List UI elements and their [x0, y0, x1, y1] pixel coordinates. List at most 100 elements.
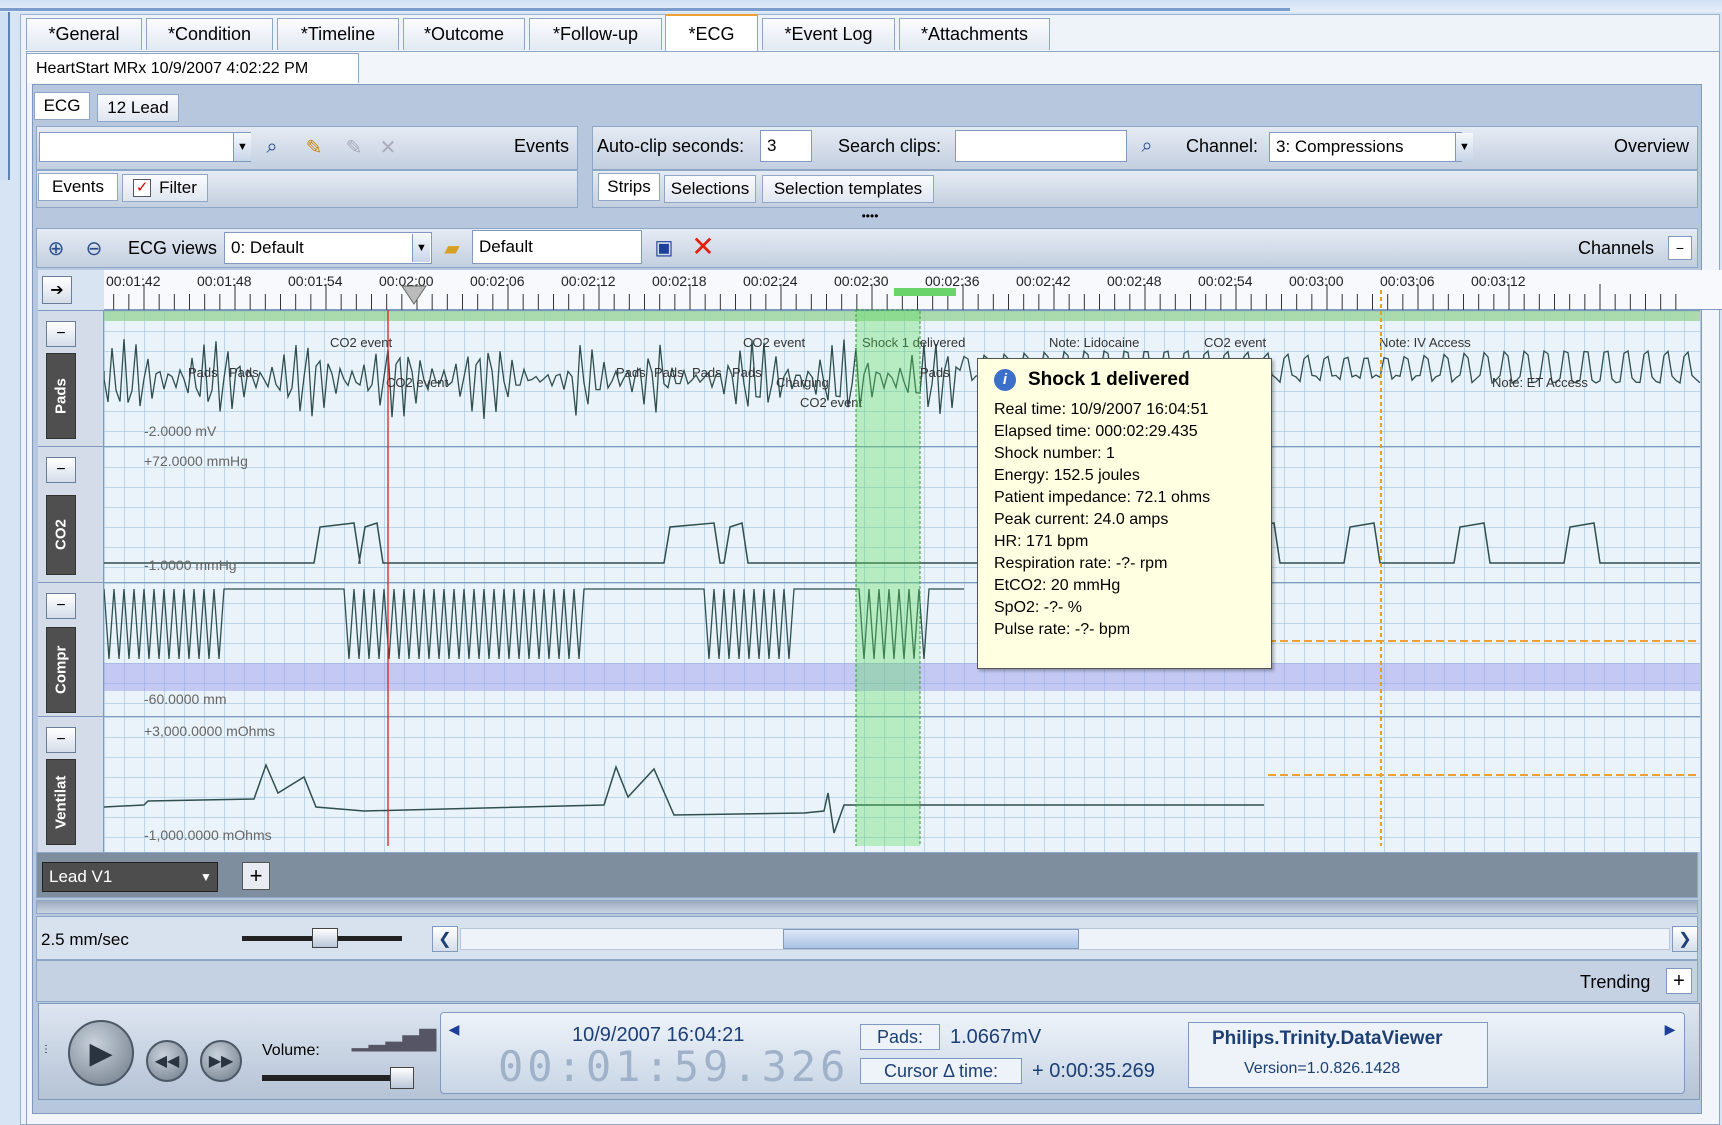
scroll-left-icon[interactable]: ❮ — [432, 926, 458, 952]
event-label: Pads — [654, 365, 684, 380]
tab-ecg-view[interactable]: ECG — [34, 92, 90, 120]
trending-label: Trending — [1580, 972, 1651, 992]
event-label: Pads — [188, 365, 218, 380]
volume-slider[interactable] — [262, 1067, 418, 1089]
play-button[interactable]: ▶ — [68, 1020, 134, 1086]
speed-slider[interactable] — [242, 928, 402, 948]
tab-selection-templates[interactable]: Selection templates — [762, 175, 934, 203]
chevron-down-icon[interactable]: ▼ — [1455, 133, 1473, 161]
auto-clip-label: Auto-clip seconds: — [597, 136, 745, 156]
time-tick-label: 00:02:36 — [925, 273, 980, 289]
previous-icon[interactable]: ◀ — [446, 1020, 462, 1038]
auto-clip-input[interactable]: 3 — [760, 130, 812, 162]
channel-ventilations: − Ventilat +3,000.0000 mOhms -1,000.0000… — [38, 716, 1700, 852]
event-label: Charging — [776, 375, 829, 390]
save-icon[interactable]: ▣ — [650, 233, 678, 261]
tab-event-log[interactable]: *Event Log — [762, 18, 895, 50]
channel-label-pads: Pads — [46, 353, 76, 439]
zoom-in-icon[interactable]: ⊕ — [42, 234, 70, 262]
scroll-right-icon[interactable]: ❯ — [1672, 926, 1698, 952]
event-label: Note: IV Access — [1379, 335, 1471, 350]
selection-marker — [894, 288, 956, 296]
pads-plot[interactable]: CO2 event CO2 event Shock 1 delivered Note:… — [103, 311, 1701, 446]
event-label: Note: Lidocaine — [1049, 335, 1139, 350]
tab-events[interactable]: Events — [38, 173, 118, 201]
collapse-icon[interactable]: − — [1668, 236, 1692, 260]
view-name-input[interactable]: Default — [472, 230, 642, 264]
search-icon[interactable]: ⌕ — [1133, 132, 1161, 160]
lead-bar — [36, 852, 1698, 898]
tooltip-line: Pulse rate: -?- bpm — [994, 621, 1131, 638]
tab-attachments[interactable]: *Attachments — [899, 18, 1050, 50]
edit-icon[interactable]: ✎ — [300, 133, 328, 161]
event-label: Note: ET Access — [1492, 375, 1588, 390]
compressions-plot[interactable] — [104, 583, 1700, 716]
collapse-button[interactable]: − — [46, 727, 76, 753]
tab-selections[interactable]: Selections — [664, 175, 756, 203]
search-clips-label: Search clips: — [838, 136, 942, 156]
chevron-down-icon[interactable]: ▼ — [196, 862, 216, 892]
tab-filter[interactable]: ✓ Filter — [122, 174, 208, 202]
tab-outcome[interactable]: *Outcome — [403, 18, 525, 50]
time-tick-label: 00:01:54 — [288, 273, 343, 289]
ventilations-plot[interactable] — [103, 717, 1700, 852]
search-icon[interactable]: ⌕ — [258, 133, 286, 161]
tab-timeline[interactable]: *Timeline — [277, 18, 399, 50]
next-icon[interactable]: ▶ — [1662, 1020, 1678, 1038]
window-left-edge — [0, 12, 10, 180]
speed-label: 2.5 mm/sec — [41, 930, 129, 949]
horizontal-scrollbar-track[interactable] — [460, 928, 1670, 950]
rhythm-annotation-strip — [104, 311, 1700, 321]
expand-icon[interactable]: + — [1666, 968, 1692, 994]
event-label: CO2 event — [330, 335, 393, 350]
compressions-waveform — [104, 588, 1700, 660]
open-folder-icon[interactable]: ▰ — [438, 234, 466, 262]
lead-select[interactable]: Lead V1 — [42, 862, 218, 892]
co2-plot[interactable] — [104, 447, 1700, 582]
tab-strips[interactable]: Strips — [598, 173, 660, 201]
arrow-right-icon[interactable]: ➔ — [42, 276, 72, 304]
time-tick-label: 00:03:00 — [1289, 273, 1344, 289]
tooltip-line: EtCO2: 20 mmHg — [994, 577, 1121, 594]
title-strip — [0, 0, 1722, 12]
collapse-button[interactable]: − — [46, 457, 76, 483]
tab-general[interactable]: *General — [26, 18, 142, 50]
events-dropdown[interactable] — [39, 132, 251, 162]
ventilations-scale-min: -1,000.0000 mOhms — [144, 827, 272, 843]
grip-icon: ⋮ — [41, 1044, 51, 1055]
event-label: Pads — [229, 365, 259, 380]
event-label: Pads — [732, 365, 762, 380]
splitter-bar[interactable] — [36, 900, 1698, 914]
chevron-down-icon[interactable]: ▼ — [412, 234, 430, 262]
add-lead-icon[interactable]: + — [242, 862, 270, 890]
close-icon[interactable]: ✕ — [688, 231, 718, 262]
time-tick-label: 00:02:12 — [561, 273, 616, 289]
shock-tooltip: i Shock 1 delivered Real time: 10/9/2007 … — [977, 358, 1272, 669]
collapse-button[interactable]: − — [46, 321, 76, 347]
rewind-button[interactable]: ◀◀ — [146, 1040, 188, 1082]
co2-scale-max: +72.0000 mmHg — [144, 453, 248, 469]
tab-ecg[interactable]: *ECG — [665, 14, 758, 52]
checkbox-icon[interactable]: ✓ — [133, 179, 152, 197]
tab-12-lead[interactable]: 12 Lead — [97, 94, 179, 122]
pen-icon: ✎ — [345, 136, 363, 159]
ecg-views-select[interactable]: 0: Default — [224, 232, 432, 264]
device-record-tab[interactable]: HeartStart MRx 10/9/2007 4:02:22 PM — [26, 53, 359, 83]
splitter-grip-icon[interactable]: •••• — [855, 209, 885, 223]
tab-condition[interactable]: *Condition — [146, 18, 273, 50]
tab-follow-up[interactable]: *Follow-up — [529, 18, 662, 50]
pads-scale-min: -2.0000 mV — [144, 423, 217, 439]
time-tick-label: 00:01:48 — [197, 273, 252, 289]
tooltip-line: Peak current: 24.0 amps — [994, 511, 1169, 528]
time-ruler[interactable]: 00:01:42 00:01:48 00:01:54 00:02:00 00:02:06… — [104, 270, 1722, 310]
scrollbar-thumb[interactable] — [783, 929, 1079, 949]
chevron-down-icon[interactable]: ▼ — [233, 133, 251, 161]
zoom-out-icon[interactable]: ⊖ — [80, 234, 108, 262]
channel-pads: − Pads CO2 event CO2 event Shock 1 deliver… — [38, 310, 1701, 446]
channel-select[interactable]: 3: Compressions — [1269, 132, 1462, 162]
collapse-button[interactable]: − — [46, 593, 76, 619]
filter-label: Filter — [159, 178, 197, 197]
search-clips-input[interactable] — [955, 130, 1127, 162]
fast-forward-button[interactable]: ▶▶ — [200, 1040, 242, 1082]
app-version: Version=1.0.826.1428 — [1244, 1060, 1401, 1077]
